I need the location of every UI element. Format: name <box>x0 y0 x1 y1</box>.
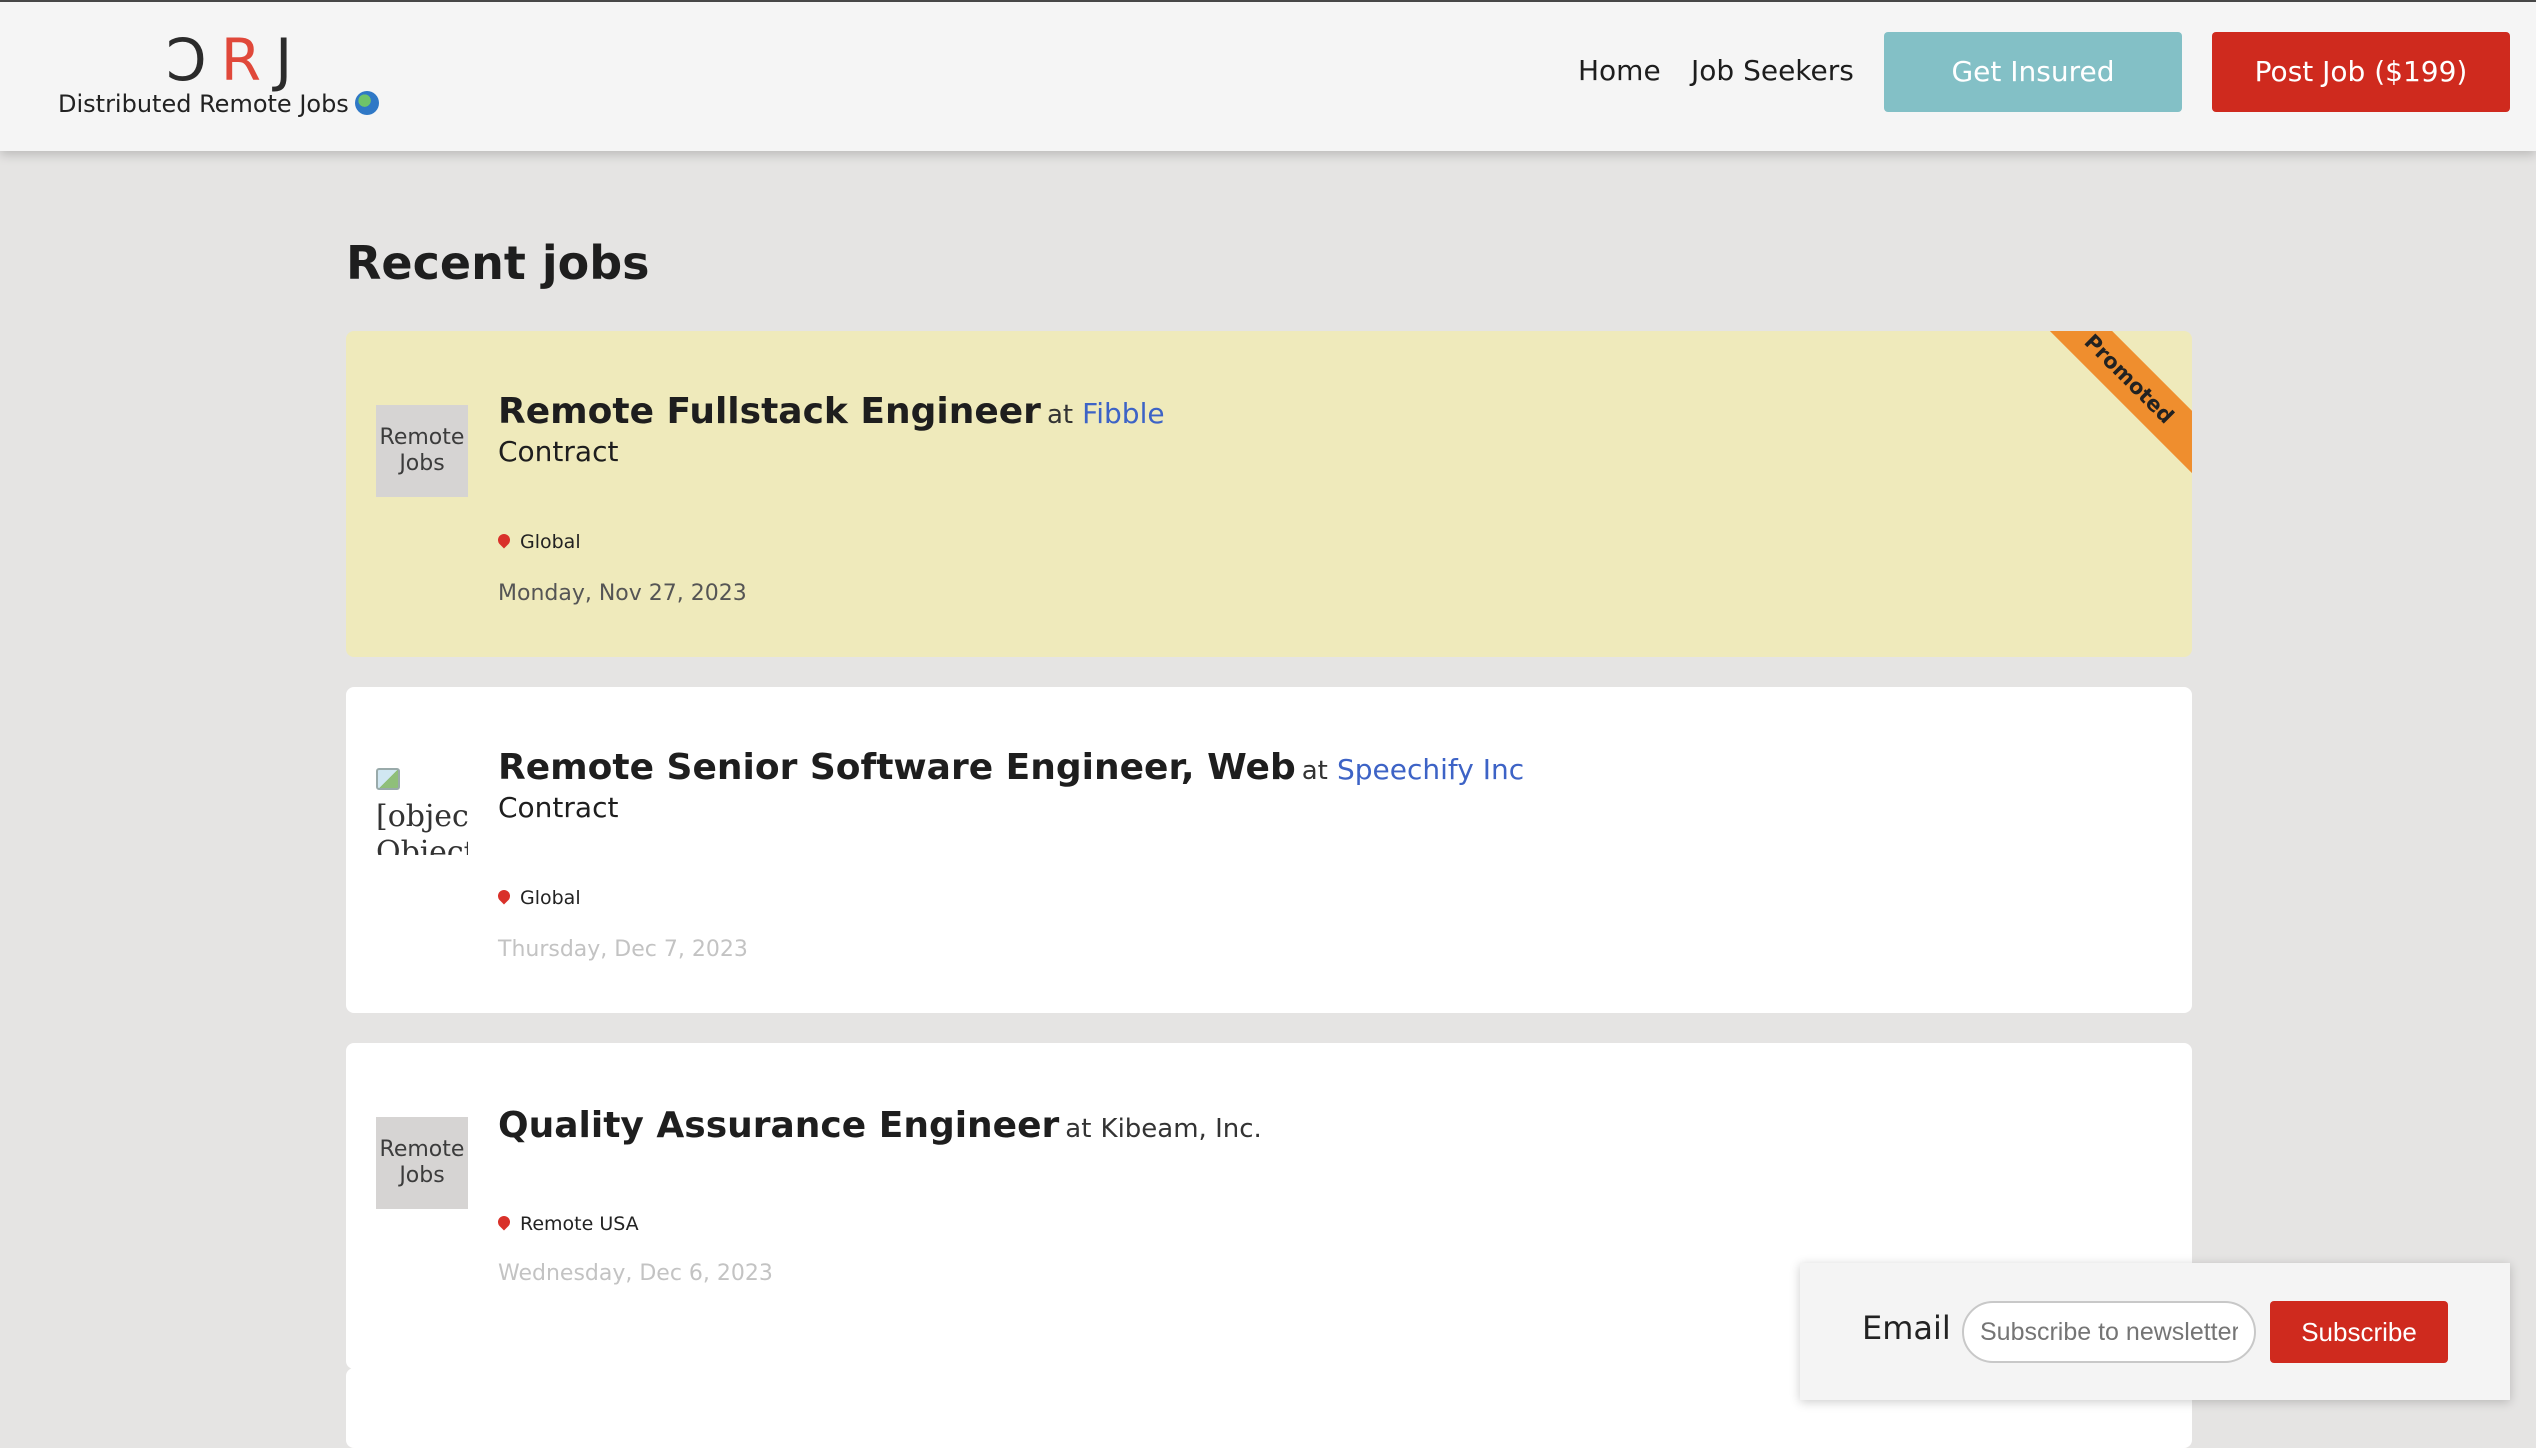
email-label: Email <box>1862 1309 1951 1347</box>
nav-job-seekers-link[interactable]: Job Seekers <box>1691 54 1854 87</box>
job-date: Thursday, Dec 7, 2023 <box>498 937 748 962</box>
promoted-ribbon: Promoted <box>2032 331 2192 476</box>
job-card[interactable]: [object Object] Remote Senior Software E… <box>346 687 2192 1013</box>
newsletter-email-input[interactable] <box>1962 1301 2256 1363</box>
location-text: Remote USA <box>520 1213 639 1235</box>
at-label: at <box>1301 756 1328 786</box>
company-name: Kibeam, Inc. <box>1100 1114 1262 1144</box>
job-title-row: Quality Assurance Engineer at Kibeam, Inc… <box>498 1105 1262 1146</box>
at-label: at <box>1046 400 1074 430</box>
post-job-button[interactable]: Post Job ($199) <box>2212 32 2510 112</box>
job-date: Wednesday, Dec 6, 2023 <box>498 1261 773 1286</box>
company-link[interactable]: Speechify Inc <box>1337 753 1524 786</box>
job-title[interactable]: Remote Fullstack Engineer <box>498 391 1041 432</box>
company-logo: Remote Jobs <box>376 1117 468 1209</box>
job-card[interactable]: Remote Jobs Remote Fullstack Engineer at … <box>346 331 2192 657</box>
company-link[interactable]: Fibble <box>1082 397 1164 430</box>
get-insured-button[interactable]: Get Insured <box>1884 32 2182 112</box>
location-pin-icon <box>495 1213 513 1231</box>
newsletter-panel: Email Subscribe <box>1800 1263 2510 1400</box>
job-title[interactable]: Quality Assurance Engineer <box>498 1105 1059 1146</box>
job-date: Monday, Nov 27, 2023 <box>498 581 747 606</box>
location-text: Global <box>520 887 581 909</box>
site-header: ƆRJ Distributed Remote Jobs Home Job See… <box>0 2 2536 151</box>
job-title-row: Remote Senior Software Engineer, Web at S… <box>498 747 1524 788</box>
nav-home-link[interactable]: Home <box>1578 54 1661 87</box>
main-nav: Home Job Seekers Get Insured Post Job ($… <box>0 2 2536 151</box>
page-title: Recent jobs <box>346 236 650 290</box>
job-location: Global <box>495 887 581 909</box>
at-label: at <box>1065 1114 1092 1144</box>
job-title[interactable]: Remote Senior Software Engineer, Web <box>498 747 1296 788</box>
subscribe-button[interactable]: Subscribe <box>2270 1301 2448 1363</box>
company-logo-broken: [object Object] <box>376 763 468 855</box>
job-title-row: Remote Fullstack Engineer at Fibble <box>498 391 1165 432</box>
location-pin-icon <box>495 887 513 905</box>
job-location: Remote USA <box>495 1213 639 1235</box>
broken-image-icon <box>376 768 400 790</box>
job-type: Contract <box>498 435 619 468</box>
location-pin-icon <box>495 531 513 549</box>
location-text: Global <box>520 531 581 553</box>
job-location: Global <box>495 531 581 553</box>
job-type: Contract <box>498 791 619 824</box>
company-logo-alt: [object Object] <box>376 799 468 855</box>
company-logo: Remote Jobs <box>376 405 468 497</box>
